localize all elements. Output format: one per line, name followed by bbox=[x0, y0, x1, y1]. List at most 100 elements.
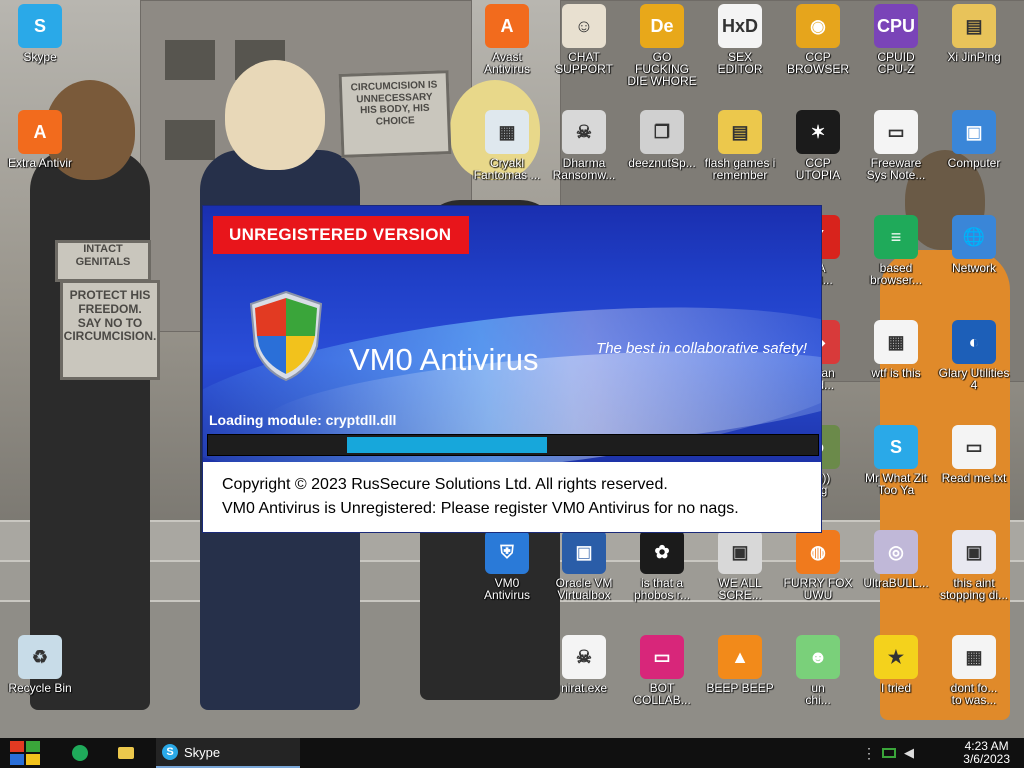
desktop-icon-dont-forget[interactable]: ▦ dont fo... to was... bbox=[938, 635, 1010, 706]
desktop-icon-label: BEEP BEEP bbox=[706, 681, 774, 695]
desktop-icon-avast[interactable]: A Avast Antivirus bbox=[471, 4, 543, 75]
desktop-icon-label: BOT COLLAB... bbox=[633, 681, 691, 707]
desktop-icon-xi-jinping[interactable]: ▤ Xi JinPing bbox=[938, 4, 1010, 63]
setup-icon: ▣ bbox=[952, 530, 996, 574]
desktop-icon-mr-what-zit[interactable]: S Mr What Zit Too Ya bbox=[860, 425, 932, 496]
desktop-icon-extra-antivirus[interactable]: A Extra Antivir bbox=[4, 110, 76, 169]
desktop-icon-label: Oracle VM Virtualbox bbox=[555, 576, 613, 602]
volume-tray-icon[interactable]: ◀ bbox=[904, 738, 914, 768]
desktop-icon-deeznut[interactable]: ❐ deeznutSp... bbox=[626, 110, 698, 169]
desktop-icon-beep-beep[interactable]: ▲ BEEP BEEP bbox=[704, 635, 776, 694]
desktop-icon-this-aint[interactable]: ▣ this aint stopping di... bbox=[938, 530, 1010, 601]
desktop-icon-label: SEX EDITOR bbox=[717, 50, 763, 76]
desktop-icon-ccp-browser[interactable]: ◉ CCP BROWSER bbox=[782, 4, 854, 75]
text-file-icon: ▭ bbox=[952, 425, 996, 469]
desktop-icon-label: Mr What Zit Too Ya bbox=[865, 471, 927, 497]
star-icon: ★ bbox=[874, 635, 918, 679]
desktop-icon-bot-collab[interactable]: ▭ BOT COLLAB... bbox=[626, 635, 698, 706]
protest-sign-top: CIRCUMCISION IS UNNECESSARY HIS BODY, HI… bbox=[338, 70, 452, 158]
desktop-icon-furry-fox[interactable]: ◍ FURRY FOX UWU bbox=[782, 530, 854, 601]
desktop-icon-label: Freeware Sys Note... bbox=[866, 156, 926, 182]
loading-progress-bar bbox=[207, 434, 819, 456]
desktop-icon-un-chi[interactable]: ☻ un chi... bbox=[782, 635, 854, 706]
desktop-icon-cryakl[interactable]: ▦ Cryakl Fantomas ... bbox=[471, 110, 543, 181]
desktop-icon-label: WE ALL SCRE... bbox=[718, 576, 762, 602]
desktop-icon-label: I tried bbox=[880, 681, 911, 695]
avast-icon: A bbox=[18, 110, 62, 154]
network-icon: 🌐 bbox=[952, 215, 996, 259]
progress-fill bbox=[347, 437, 548, 453]
desktop-icon-label: CPUID CPU-Z bbox=[877, 50, 915, 76]
desktop-icon-network[interactable]: 🌐 Network bbox=[938, 215, 1010, 274]
desktop-icon-label: Recycle Bin bbox=[8, 681, 72, 695]
desktop-icon-vm0-antivirus[interactable]: ⛨ VM0 Antivirus bbox=[471, 530, 543, 601]
protest-sign-intact: INTACT GENITALS bbox=[55, 240, 151, 282]
desktop-icon-label: Computer bbox=[947, 156, 1001, 170]
app-title: VM0 Antivirus bbox=[349, 342, 539, 377]
desktop-icon-is-that-a[interactable]: ✿ is that a phobos r... bbox=[626, 530, 698, 601]
loading-status: Loading module: cryptdll.dll bbox=[209, 412, 397, 428]
desktop-icon-label: un chi... bbox=[805, 681, 831, 707]
computer-setup-icon: ▣ bbox=[718, 530, 762, 574]
desktop-icon-label: FURRY FOX UWU bbox=[783, 576, 853, 602]
desktop-icon-dharma[interactable]: ☠ Dharma Ransomw... bbox=[548, 110, 620, 181]
tray-clock[interactable]: 4:23 AM 3/6/2023 bbox=[963, 740, 1010, 766]
ccp-logo-icon: ✶ bbox=[796, 110, 840, 154]
desktop-icon-ultrabull[interactable]: ◎ UltraBULL... bbox=[860, 530, 932, 589]
desktop-icon-label: Skype bbox=[23, 50, 57, 64]
desktop-icon-label: CCP BROWSER bbox=[786, 50, 849, 76]
monitor-icon: ▭ bbox=[640, 635, 684, 679]
desktop-icon-label: Xi JinPing bbox=[947, 50, 1001, 64]
desktop-icon-label: Network bbox=[951, 261, 996, 275]
desktop-icon-oracle-vm[interactable]: ▣ Oracle VM Virtualbox bbox=[548, 530, 620, 601]
desktop-icon-wtf-is-this[interactable]: ▦ wtf is this bbox=[860, 320, 932, 379]
taskbar-skype-label: Skype bbox=[184, 744, 221, 760]
shield-icon bbox=[249, 290, 323, 382]
vlc-icon: ▲ bbox=[718, 635, 762, 679]
avast-icon: A bbox=[485, 4, 529, 48]
folder-icon bbox=[118, 747, 134, 759]
de-logo-icon: De bbox=[640, 4, 684, 48]
desktop-icon-chat-support[interactable]: ☺ CHAT SUPPORT bbox=[548, 4, 620, 75]
calendar-icon: ▦ bbox=[874, 320, 918, 364]
desktop-icon-label: Glary Utilities 4 bbox=[938, 366, 1010, 392]
calendar-icon: ▦ bbox=[952, 635, 996, 679]
desktop-icon-based-browser[interactable]: ≡ based browser... bbox=[860, 215, 932, 286]
desktop-icon-sex-editor[interactable]: HxD SEX EDITOR bbox=[704, 4, 776, 75]
desktop-icon-ccp-utopia[interactable]: ✶ CCP UTOPIA bbox=[782, 110, 854, 181]
tray-overflow-icon[interactable]: ⋮ bbox=[862, 738, 876, 768]
desktop-icon-go-die[interactable]: De GO FUCKING DIE WHORE bbox=[626, 4, 698, 87]
desktop-icon-label: Cryakl Fantomas ... bbox=[473, 156, 541, 182]
desktop-icon-computer[interactable]: ▣ Computer bbox=[938, 110, 1010, 169]
document-icon: ▭ bbox=[874, 110, 918, 154]
chrome-icon: ◉ bbox=[796, 4, 840, 48]
support-agent-icon: ☺ bbox=[562, 4, 606, 48]
desktop-icon-glary[interactable]: ◐ Glary Utilities 4 bbox=[938, 320, 1010, 391]
desktop-icon-flash-games[interactable]: ▤ flash games i remember bbox=[704, 110, 776, 181]
desktop-icon-label: CCP UTOPIA bbox=[795, 156, 841, 182]
vm0-splash-window: UNREGISTERED VERSION VM0 Antivirus The b… bbox=[203, 206, 821, 532]
icq-icon: ✿ bbox=[640, 530, 684, 574]
protest-sign-freedom: PROTECT HIS FREEDOM. SAY NO TO CIRCUMCIS… bbox=[60, 280, 160, 380]
desktop-icon-cpuid[interactable]: CPU CPUID CPU-Z bbox=[860, 4, 932, 75]
desktop-icon-i-tried[interactable]: ★ I tried bbox=[860, 635, 932, 694]
desktop-icon-label: UltraBULL... bbox=[863, 576, 929, 590]
desktop-icon-we-all-scre[interactable]: ▣ WE ALL SCRE... bbox=[704, 530, 776, 601]
folder-icon: ▤ bbox=[718, 110, 762, 154]
taskbar-pinned-explorer[interactable] bbox=[118, 738, 134, 768]
desktop-icon-read-me[interactable]: ▭ Read me.txt bbox=[938, 425, 1010, 484]
desktop-icon-skype[interactable]: S Skype bbox=[4, 4, 76, 63]
app-icon: ☻ bbox=[796, 635, 840, 679]
desktop-icon-recycle-bin[interactable]: ♻ Recycle Bin bbox=[4, 635, 76, 694]
taskbar-pinned-sheets[interactable] bbox=[72, 738, 88, 768]
virtualbox-icon: ▣ bbox=[562, 530, 606, 574]
desktop-icon-freeware-notes[interactable]: ▭ Freeware Sys Note... bbox=[860, 110, 932, 181]
window-app-icon: ▦ bbox=[485, 110, 529, 154]
start-button[interactable] bbox=[8, 738, 42, 768]
network-tray-icon[interactable] bbox=[882, 738, 896, 768]
computer-icon: ▣ bbox=[952, 110, 996, 154]
desktop-icon-label: Dharma Ransomw... bbox=[552, 156, 616, 182]
taskbar-skype-button[interactable]: S Skype bbox=[156, 738, 300, 768]
desktop-icon-label: is that a phobos r... bbox=[633, 576, 691, 602]
desktop-icon-nirat[interactable]: ☠ nirat.exe bbox=[548, 635, 620, 694]
